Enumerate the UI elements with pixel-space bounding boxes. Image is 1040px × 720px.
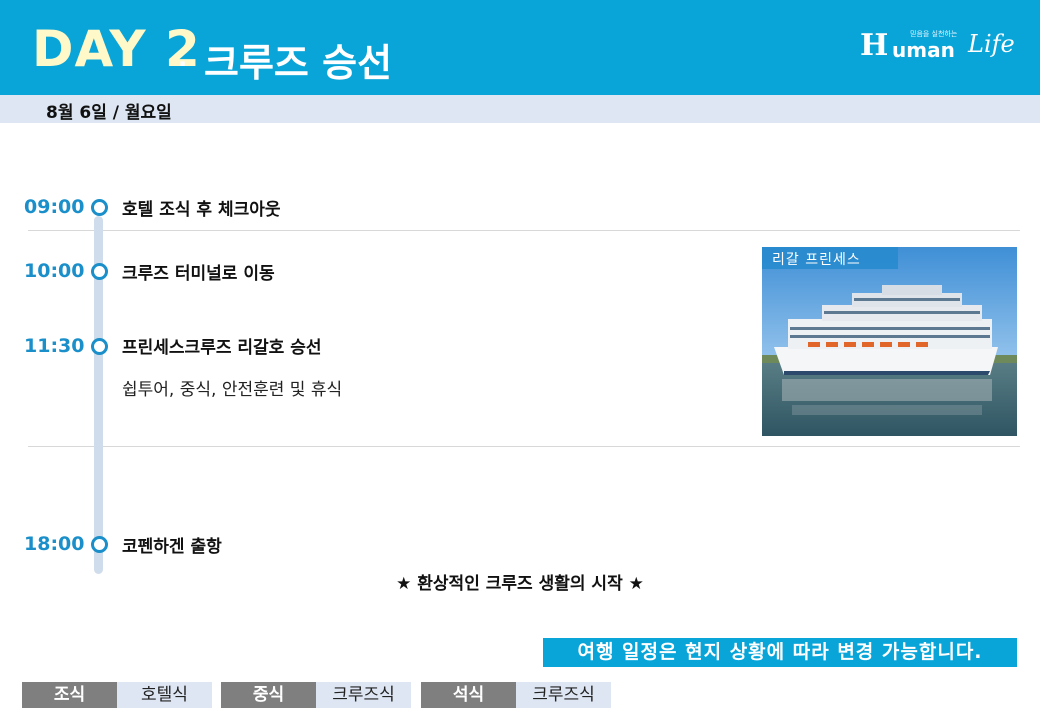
schedule-detail: 쉽투어, 중식, 안전훈련 및 휴식 bbox=[122, 380, 343, 400]
timeline-circle-icon bbox=[91, 263, 108, 280]
photo-caption: 리갈 프린세스 bbox=[762, 247, 898, 269]
timeline-circle-icon bbox=[91, 536, 108, 553]
schedule-time: 10:00 bbox=[24, 260, 85, 282]
meal-value-breakfast: 호텔식 bbox=[117, 682, 212, 708]
timeline-circle-icon bbox=[91, 338, 108, 355]
logo-life: Life bbox=[968, 30, 1015, 58]
schedule-time: 09:00 bbox=[24, 196, 85, 218]
schedule-event: 프린세스크루즈 리갈호 승선 bbox=[122, 338, 322, 358]
day-number: DAY 2 bbox=[32, 20, 201, 78]
meal-value-dinner: 크루즈식 bbox=[516, 682, 611, 708]
date-label: 8월 6일 / 월요일 bbox=[46, 103, 172, 123]
logo-h: H bbox=[860, 28, 889, 63]
schedule-event: 크루즈 터미널로 이동 bbox=[122, 264, 275, 284]
schedule-time: 11:30 bbox=[24, 335, 85, 357]
timeline-circle-icon bbox=[91, 199, 108, 216]
slogan: ★ 환상적인 크루즈 생활의 시작 ★ bbox=[396, 574, 644, 594]
meal-value-lunch: 크루즈식 bbox=[316, 682, 411, 708]
logo-uman: uman bbox=[892, 38, 955, 62]
page-title: 크루즈 승선 bbox=[204, 41, 393, 85]
meal-label-breakfast: 조식 bbox=[22, 682, 117, 708]
date-bar: 8월 6일 / 월요일 bbox=[0, 95, 1040, 123]
schedule-event: 호텔 조식 후 체크아웃 bbox=[122, 200, 281, 220]
day-dot: . bbox=[178, 44, 188, 72]
notice-banner: 여행 일정은 현지 상황에 따라 변경 가능합니다. bbox=[543, 638, 1017, 667]
meal-label-dinner: 석식 bbox=[421, 682, 516, 708]
meal-label-lunch: 중식 bbox=[221, 682, 316, 708]
cruise-ship-photo: 리갈 프린세스 bbox=[762, 247, 1017, 436]
human-life-logo: H 믿음을 실천하는 uman Life bbox=[858, 28, 1018, 74]
divider bbox=[28, 230, 1020, 231]
divider bbox=[28, 446, 1020, 447]
schedule-event: 코펜하겐 출항 bbox=[122, 537, 222, 557]
schedule-time: 18:00 bbox=[24, 533, 85, 555]
page-header: DAY 2 . 크루즈 승선 H 믿음을 실천하는 uman Life bbox=[0, 0, 1040, 95]
